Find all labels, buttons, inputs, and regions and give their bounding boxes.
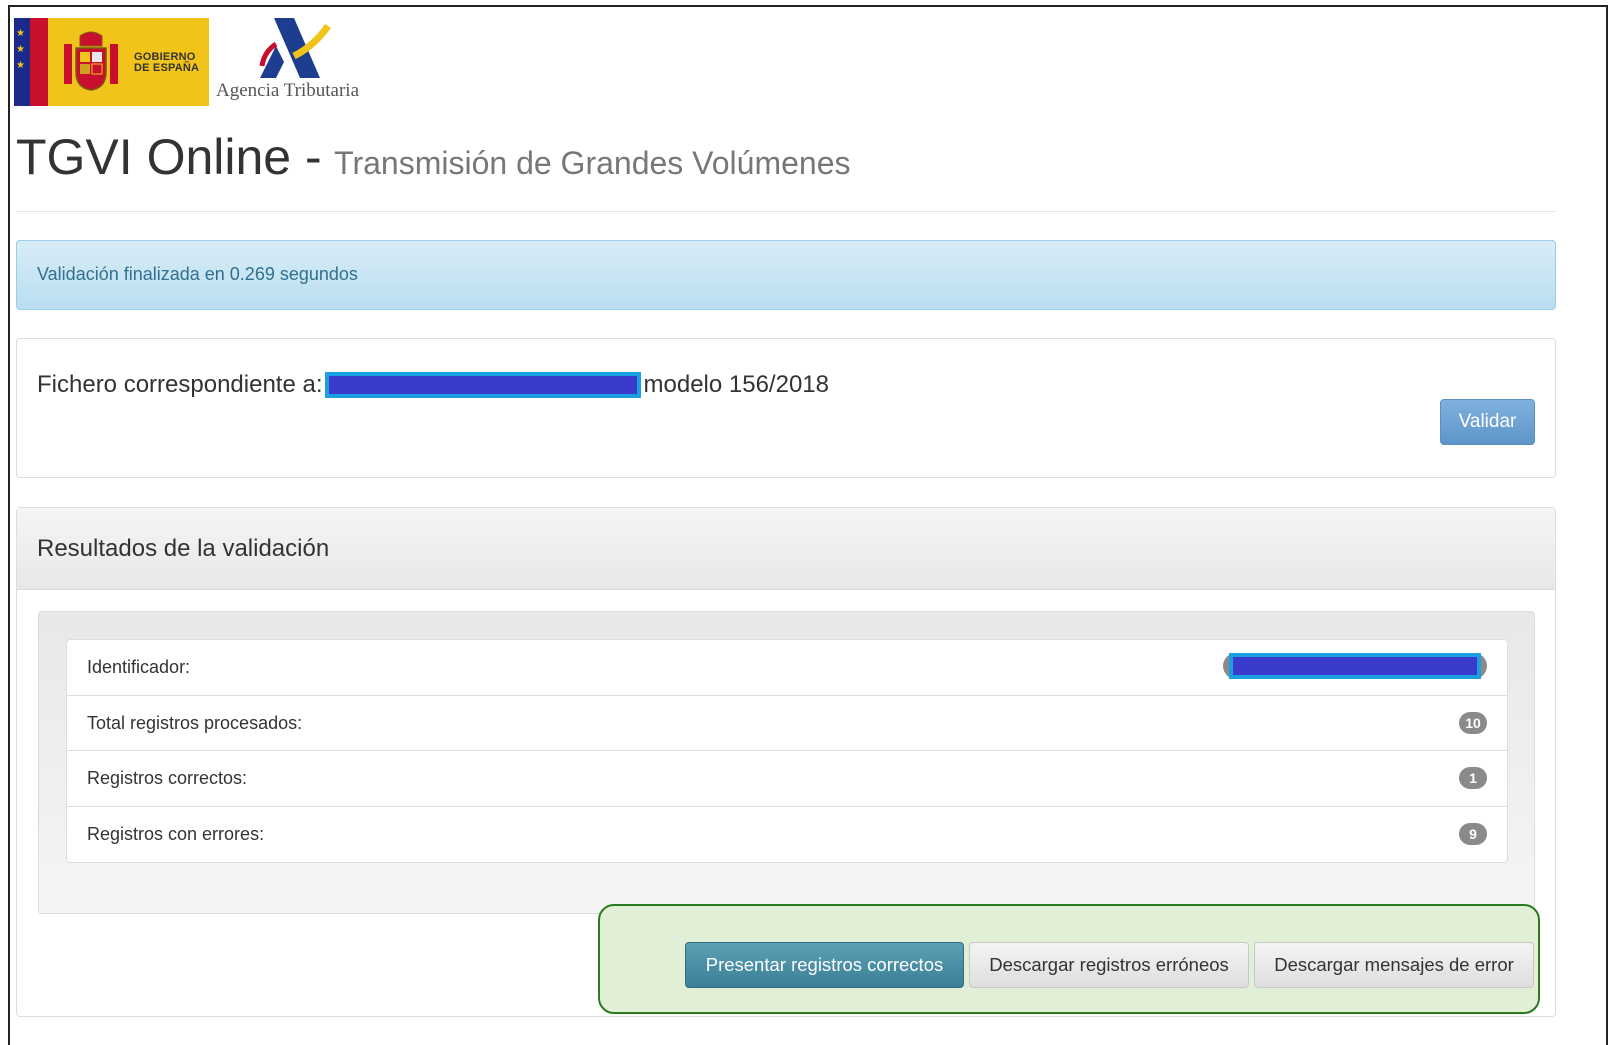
alert-message: Validación finalizada en 0.269 segundos — [37, 264, 358, 284]
result-row-correct: Registros correctos: 1 — [67, 751, 1507, 807]
gobierno-logo-text: GOBIERNO DE ESPAÑA — [134, 51, 200, 74]
page-title-main: TGVI Online - — [16, 129, 322, 185]
gobierno-de-espana-logo: ★ ★ ★ GOBIERNO DE ESPAÑA — [14, 18, 209, 106]
redacted-identifier — [1229, 653, 1481, 679]
results-heading-text: Resultados de la validación — [37, 535, 330, 562]
file-label: Fichero correspondiente a: — [37, 371, 323, 398]
result-label: Total registros procesados: — [87, 712, 303, 733]
result-row-total: Total registros procesados: 10 — [67, 696, 1507, 751]
results-well: Identificador: Total registros procesado… — [38, 611, 1535, 914]
redacted-filename — [324, 372, 641, 398]
agencia-tributaria-logo: Agencia Tributaria — [216, 16, 376, 111]
agency-name: Agencia Tributaria — [216, 80, 360, 101]
result-row-errors: Registros con errores: 9 — [67, 807, 1507, 863]
coat-of-arms-icon — [64, 31, 118, 91]
submit-correct-records-button[interactable]: Presentar registros correctos — [685, 942, 964, 988]
divider — [16, 211, 1556, 212]
result-label: Identificador: — [87, 657, 191, 677]
result-label: Registros correctos: — [87, 768, 248, 788]
agencia-tributaria-icon — [259, 18, 331, 78]
download-error-records-button[interactable]: Descargar registros erróneos — [969, 942, 1249, 988]
actions-highlight: Presentar registros correctos Descargar … — [598, 904, 1540, 1014]
total-count-badge: 10 — [1459, 711, 1487, 734]
page-title-subtitle: Transmisión de Grandes Volúmenes — [334, 145, 851, 181]
eu-spain-flag-icon: ★ ★ ★ — [14, 18, 48, 106]
error-count-badge: 9 — [1459, 822, 1487, 845]
file-model: modelo 156/2018 — [643, 371, 829, 398]
download-error-messages-button[interactable]: Descargar mensajes de error — [1254, 942, 1534, 988]
result-label: Registros con errores: — [87, 823, 265, 844]
identifier-badge — [1223, 653, 1487, 679]
validate-button[interactable]: Validar — [1440, 399, 1535, 445]
file-info: Fichero correspondiente a: modelo 156/20… — [37, 371, 829, 399]
result-row-identifier: Identificador: — [67, 640, 1507, 696]
page-title: TGVI Online - Transmisión de Grandes Vol… — [16, 128, 851, 186]
file-panel: Fichero correspondiente a: modelo 156/20… — [16, 338, 1556, 478]
info-alert: Validación finalizada en 0.269 segundos — [16, 240, 1556, 310]
correct-count-badge: 1 — [1459, 767, 1487, 789]
results-heading: Resultados de la validación — [17, 508, 1555, 590]
results-list: Identificador: Total registros procesado… — [66, 639, 1508, 863]
